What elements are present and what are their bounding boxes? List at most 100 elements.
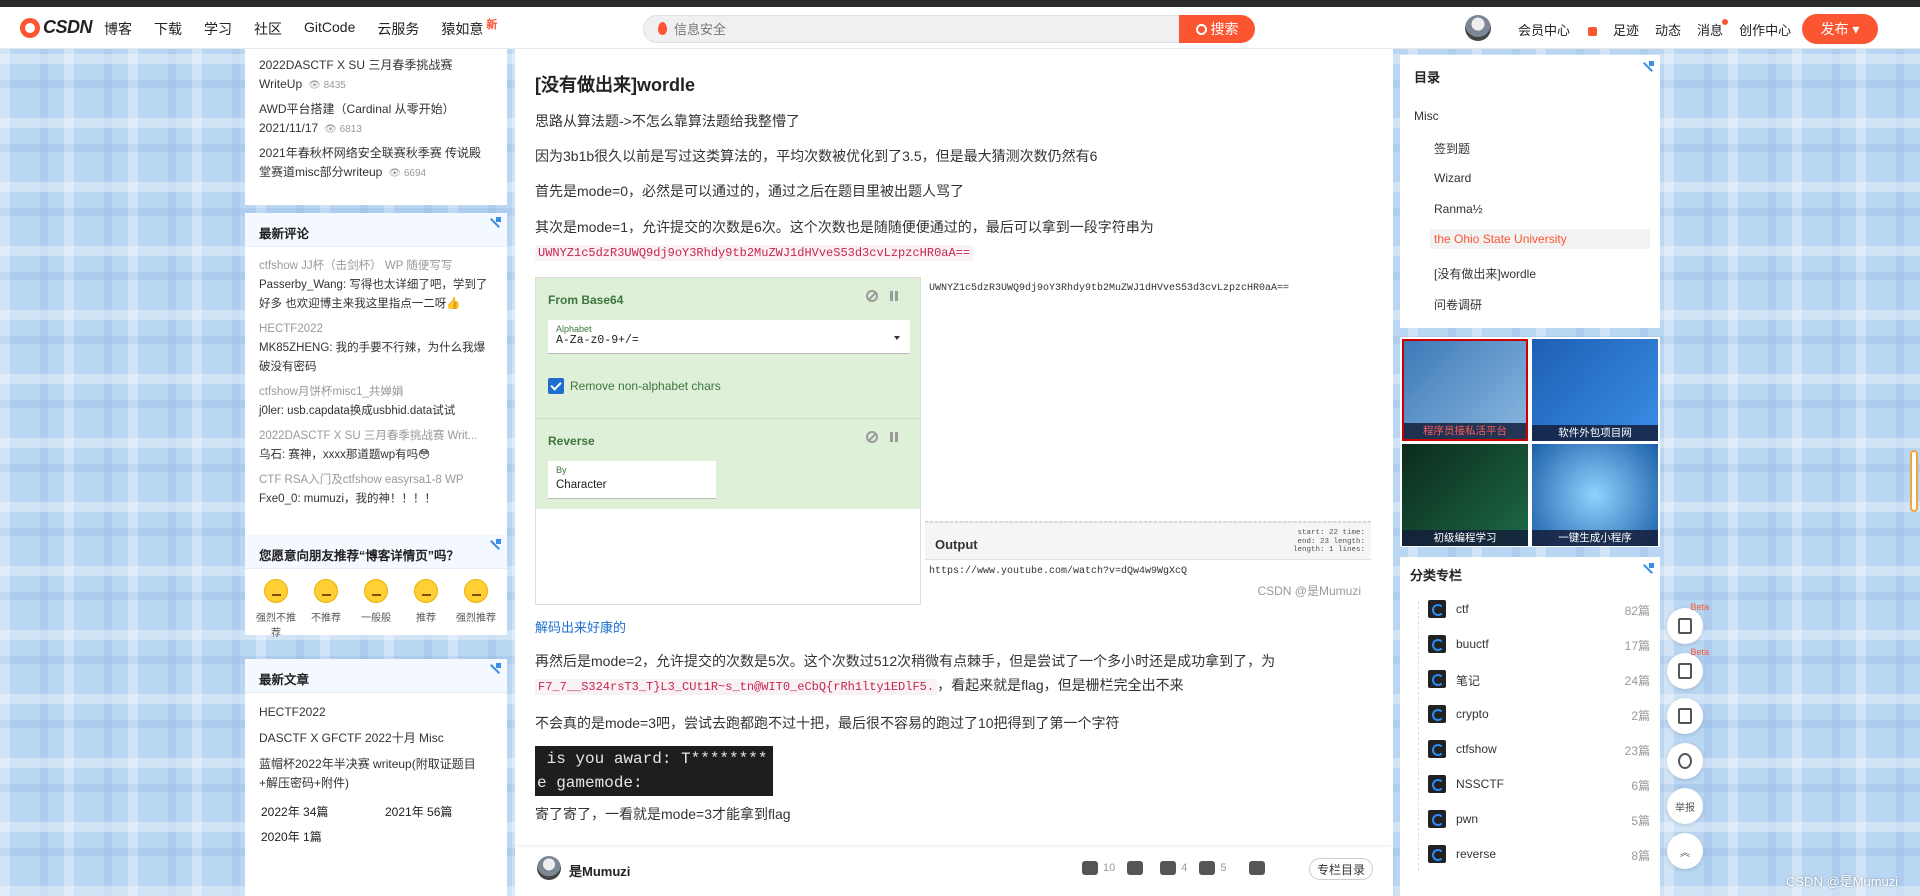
category-item[interactable]: buuctf 17篇 [1426,634,1650,654]
search-button[interactable]: 搜索 [1179,15,1255,43]
comment-topic: 2022DASCTF X SU 三月春季挑战赛 Writ... [259,430,478,442]
comment-item[interactable]: CTF RSA入门及ctfshow easyrsa1-8 WP Fxe0_0: m… [245,471,507,509]
popular-article-item[interactable]: AWD平台搭建（Cardinal 从零开始） 2021/11/17 👁 6813 [245,100,507,139]
remove-nonalphabet-checkbox[interactable]: Remove non-alphabet chars [548,378,721,394]
ad-tile[interactable]: 软件外包项目网 [1532,339,1658,441]
toc-item[interactable]: 问卷调研 [1434,296,1654,313]
disable-icon[interactable] [866,290,878,302]
comment-item[interactable]: HECTF2022 MK85ZHENG: 我的手要不行辣，为什么我爆破没有密码 [245,320,507,377]
nav-gitcode[interactable]: GitCode [304,19,355,39]
pause-icon[interactable] [888,431,900,443]
comment-item[interactable]: ctfshow JJ杯（击剑杯） WP 随便写写 Passerby_Wang: 写… [245,257,507,314]
new-badge: 新 [486,19,498,31]
star-count: 4 [1181,862,1188,874]
nav-blog[interactable]: 博客 [104,19,132,39]
toc-item[interactable]: [没有做出来]wordle [1434,265,1654,282]
dislike-icon[interactable] [1127,861,1144,875]
publish-button[interactable]: 发布 ▾ [1802,14,1878,44]
category-count: 17篇 [1624,639,1650,653]
author-name[interactable]: 是Mumuzi [569,861,630,880]
footer-watermark: CSDN @是Mumuzi [1786,874,1899,889]
tree-line [1418,601,1419,871]
share-icon[interactable] [1248,861,1265,875]
archive-item[interactable]: 2020年 1篇 [261,828,385,845]
latest-comments-card: 最新评论 ctfshow JJ杯（击剑杯） WP 随便写写 Passerby_Wa… [245,213,507,575]
archive-item[interactable]: 2022年 34篇 [261,803,385,820]
category-count: 2篇 [1631,709,1650,723]
alphabet-select[interactable]: Alphabet A-Za-z0-9+/= [548,320,910,354]
report-button[interactable]: 举报 [1667,788,1703,824]
ad-tile[interactable]: 一键生成小程序 [1532,444,1658,546]
rating-strongly[interactable]: 强烈推荐 [452,579,500,639]
nav-footprint[interactable]: 足迹 [1613,20,1639,39]
nav-dynamics[interactable]: 动态 [1655,20,1681,39]
recommend-survey-card: 您愿意向朋友推荐“博客详情页”吗？ 强烈不推荐 不推荐 一般般 推荐 强烈推荐 [245,535,507,639]
rating-strongly-not[interactable]: 强烈不推荐 [252,579,300,639]
toc-item[interactable]: Wizard [1434,171,1654,185]
popular-article-item[interactable]: 2022DASCTF X SU 三月春季挑战赛 WriteUp 👁 8435 [245,56,507,95]
category-name: NSSCTF [1456,777,1504,791]
category-item[interactable]: reverse 8篇 [1426,844,1650,864]
ai-write-button[interactable]: Beta [1667,647,1709,689]
pause-icon[interactable] [888,290,900,302]
ai-assistant-button[interactable]: Beta [1667,602,1709,644]
comment-icon[interactable] [1199,861,1216,875]
popular-articles-card: 2022DASCTF X SU 三月春季挑战赛 WriteUp 👁 8435 AW… [245,49,507,205]
ad-caption: 程序员接私活平台 [1404,423,1526,439]
toc-item[interactable]: 签到题 [1434,140,1654,157]
rating-neutral[interactable]: 一般般 [352,579,400,639]
article-link[interactable]: 解码出来好康的 [535,617,1373,636]
latest-article-item[interactable]: DASCTF X GFCTF 2022十月 Misc [245,729,507,748]
star-icon[interactable] [1160,861,1177,875]
disable-icon[interactable] [866,431,878,443]
field-label: By [556,465,567,475]
category-item[interactable]: pwn 5篇 [1426,809,1650,829]
nav-cloud[interactable]: 云服务 [377,19,419,39]
articles-header: 最新文章 [245,659,507,693]
article-content: [没有做出来]wordle 思路从算法题->不怎么靠算法题给我整懵了 因为3b1… [515,49,1393,896]
toc-item[interactable]: Ranma½ [1434,202,1654,216]
by-select[interactable]: By Character [548,461,716,499]
edit-button[interactable] [1667,698,1703,734]
user-avatar[interactable] [1465,15,1491,41]
toc-item[interactable]: Misc [1414,109,1439,123]
input-pane[interactable]: UWNYZ1c5dzR3UWQ9dj9oY3Rhdy9tb2MuZWJ1dHVv… [925,277,1371,522]
like-icon[interactable] [1082,861,1098,875]
latest-article-item[interactable]: HECTF2022 [245,703,507,722]
nav-vip-label: 会员中心 [1518,23,1571,38]
column-catalog-button[interactable]: 专栏目录 [1309,858,1373,880]
category-item[interactable]: 笔记 24篇 [1426,669,1650,689]
category-name: ctfshow [1456,742,1497,756]
comment-item[interactable]: 2022DASCTF X SU 三月春季挑战赛 Writ... 乌石: 赛神，xx… [245,427,507,465]
nav-yuanruyi[interactable]: 猿如意新 [441,19,497,39]
comment-item[interactable]: ctfshow月饼杯misc1_共婵娟 j0ler: usb.capdata换成u… [245,383,507,421]
nav-community[interactable]: 社区 [254,19,282,39]
page-scrollbar-thumb[interactable] [1910,450,1918,512]
category-item[interactable]: ctfshow 23篇 [1426,739,1650,759]
paragraph: 再然后是mode=2，允许提交的次数是5次。这个次数过512次稍微有点棘手，但是… [535,649,1373,699]
article-toolbar: 是Mumuzi 10 4 5 专栏目录 [515,847,1393,896]
toc-item-active[interactable]: the Ohio State University [1430,229,1650,249]
rating-recommend[interactable]: 推荐 [402,579,450,639]
category-count: 82篇 [1624,604,1650,618]
search-input[interactable] [674,20,1164,39]
nav-learn[interactable]: 学习 [204,19,232,39]
author-avatar[interactable] [537,856,561,880]
category-item[interactable]: crypto 2篇 [1426,704,1650,724]
nav-download[interactable]: 下载 [154,19,182,39]
archive-item[interactable]: 2021年 56篇 [385,803,509,820]
paragraph: 因为3b1b很久以前是写过这类算法的，平均次数被优化到了3.5，但是最大猜测次数… [535,148,1098,164]
csdn-logo[interactable]: CSDN [20,17,93,38]
nav-messages[interactable]: 消息 [1697,19,1729,39]
ad-tile[interactable]: 程序员接私活平台 [1402,339,1528,441]
back-to-top-button[interactable]: ︽ [1667,833,1703,869]
category-item[interactable]: ctf 82篇 [1426,599,1650,619]
rating-not[interactable]: 不推荐 [302,579,350,639]
customer-service-button[interactable] [1667,743,1703,779]
nav-vip-center[interactable]: 会员中心 [1518,20,1598,39]
category-item[interactable]: NSSCTF 6篇 [1426,774,1650,794]
latest-articles-card: 最新文章 HECTF2022 DASCTF X GFCTF 2022十月 Mis… [245,659,507,896]
ad-tile[interactable]: 初级编程学习 [1402,444,1528,546]
latest-article-item[interactable]: 蓝帽杯2022年半决赛 writeup(附取证题目+解压密码+附件) [245,755,507,793]
popular-article-item[interactable]: 2021年春秋杯网络安全联赛秋季赛 传说殿堂赛道misc部分writeup 👁 6… [245,144,507,183]
